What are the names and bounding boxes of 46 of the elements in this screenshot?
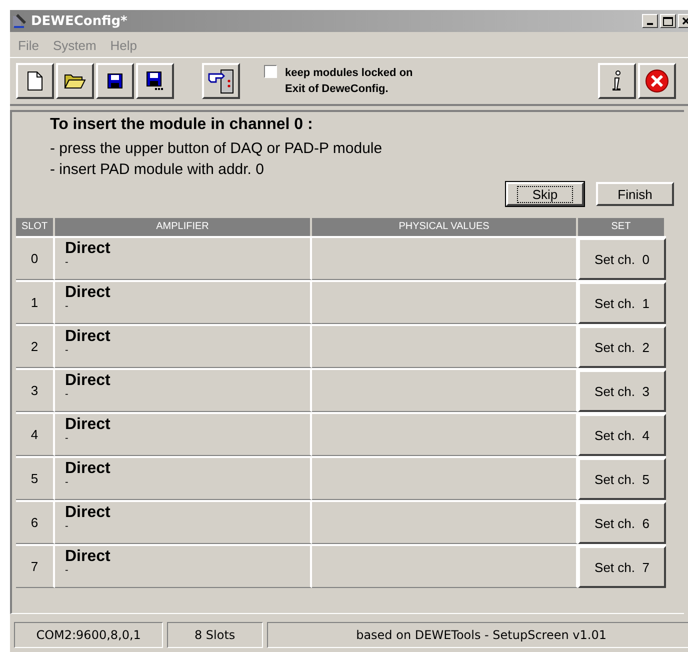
status-panel: based on DEWETools - SetupScreen v1.01 — [266, 622, 688, 648]
set-channel-button[interactable]: Set ch. 4 — [578, 414, 666, 456]
column-header: SLOT — [16, 218, 55, 236]
amplifier-detail: - — [65, 434, 70, 444]
amplifier-detail: - — [65, 258, 70, 268]
column-header: AMPLIFIER — [55, 218, 312, 236]
amplifier-name: Direct — [65, 284, 112, 302]
amplifier-name: Direct — [65, 460, 112, 478]
status-panel: COM2:9600,8,0,1 — [14, 622, 164, 648]
instruction-heading: To insert the module in channel 0 : — [50, 116, 314, 134]
amplifier-name: Direct — [65, 240, 112, 258]
slot-cell: 2 — [16, 326, 55, 368]
set-channel-button[interactable]: Set ch. 6 — [578, 502, 666, 544]
slot-cell: 6 — [16, 502, 55, 544]
set-channel-button[interactable]: Set ch. 0 — [578, 238, 666, 280]
set-channel-button[interactable]: Set ch. 1 — [578, 282, 666, 324]
set-channel-button[interactable]: Set ch. 7 — [578, 546, 666, 588]
set-channel-button[interactable]: Set ch. 3 — [578, 370, 666, 412]
column-header: PHYSICAL VALUES — [312, 218, 578, 236]
slot-cell: 4 — [16, 414, 55, 456]
slot-cell: 0 — [16, 238, 55, 280]
slot-cell: 1 — [16, 282, 55, 324]
instruction-text: - insert PAD module with addr. 0 — [50, 160, 265, 180]
set-channel-button[interactable]: Set ch. 5 — [578, 458, 666, 500]
amplifier-detail: - — [65, 302, 70, 312]
slot-cell: 3 — [16, 370, 55, 412]
skip-button[interactable]: Skip — [506, 182, 584, 206]
slot-cell: 5 — [16, 458, 55, 500]
instruction-text: - press the upper button of DAQ or PAD-P module — [50, 139, 384, 159]
window-title: DEWEConfig* — [31, 14, 128, 28]
column-header: SET — [578, 218, 666, 236]
amplifier-name: Direct — [65, 548, 112, 566]
set-channel-button[interactable]: Set ch. 2 — [578, 326, 666, 368]
amplifier-name: Direct — [65, 504, 112, 522]
amplifier-name: Direct — [65, 372, 112, 390]
amplifier-name: Direct — [65, 328, 112, 346]
amplifier-detail: - — [65, 522, 70, 532]
slot-cell: 7 — [16, 546, 55, 588]
amplifier-name: Direct — [65, 416, 112, 434]
checkbox-label: keep modules locked on Exit of DeweConfig. — [285, 66, 413, 97]
amplifier-detail: - — [65, 478, 70, 488]
finish-button[interactable]: Finish — [596, 182, 674, 206]
amplifier-detail: - — [65, 566, 70, 576]
status-panel: 8 Slots — [167, 622, 263, 648]
amplifier-detail: - — [65, 346, 70, 356]
amplifier-detail: - — [65, 390, 70, 400]
